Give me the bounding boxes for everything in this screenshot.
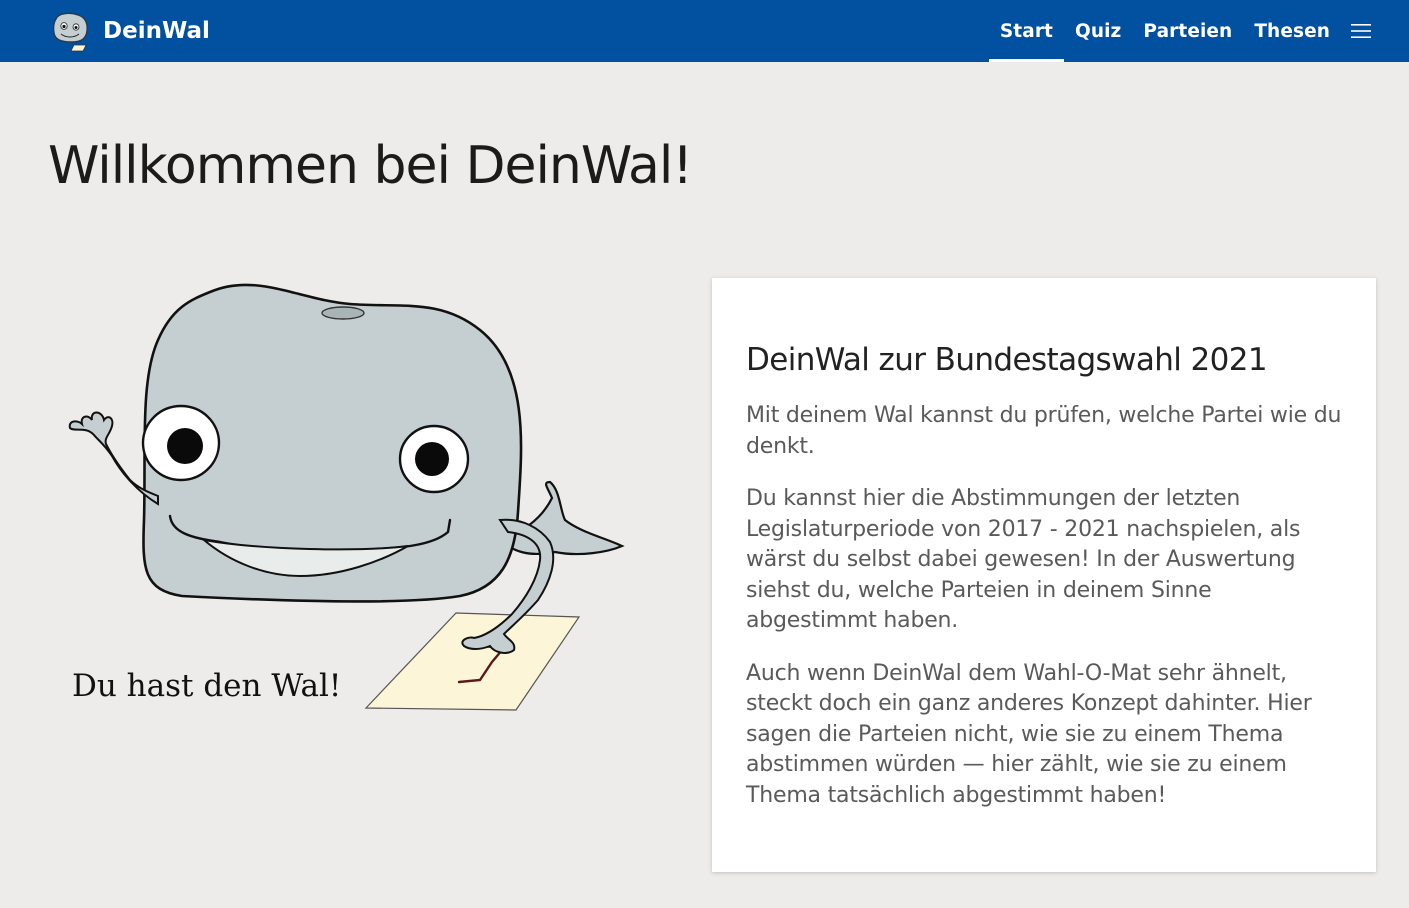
card-paragraph: Du kannst hier die Abstimmungen der letz… xyxy=(746,486,1301,633)
ballot-paper xyxy=(364,612,581,711)
slogan: Du hast den Wal! xyxy=(72,668,342,704)
main-nav: Start Quiz Parteien Thesen xyxy=(988,0,1373,62)
brand-name: DeinWal xyxy=(103,18,210,44)
whale-logo-icon xyxy=(52,12,88,52)
intro-card: DeinWal zur Bundestagswahl 2021 Mit dein… xyxy=(712,278,1376,872)
nav-item-parteien[interactable]: Parteien xyxy=(1132,0,1243,62)
card-paragraph: Mit deinem Wal kannst du prüfen, welche … xyxy=(746,403,1342,459)
whale-illustration xyxy=(68,283,625,711)
brand-link[interactable]: DeinWal xyxy=(48,10,210,52)
nav-item-start[interactable]: Start xyxy=(988,0,1065,62)
page-title: Willkommen bei DeinWal! xyxy=(48,136,693,196)
top-navbar: DeinWal Start Quiz Parteien Thesen xyxy=(0,0,1409,62)
hamburger-menu-icon[interactable] xyxy=(1349,0,1373,62)
nav-item-quiz[interactable]: Quiz xyxy=(1064,0,1132,62)
card-title: DeinWal zur Bundestagswahl 2021 xyxy=(746,342,1268,378)
card-paragraph: Auch wenn DeinWal dem Wahl-O-Mat sehr äh… xyxy=(746,660,1312,808)
nav-item-thesen[interactable]: Thesen xyxy=(1243,0,1341,62)
